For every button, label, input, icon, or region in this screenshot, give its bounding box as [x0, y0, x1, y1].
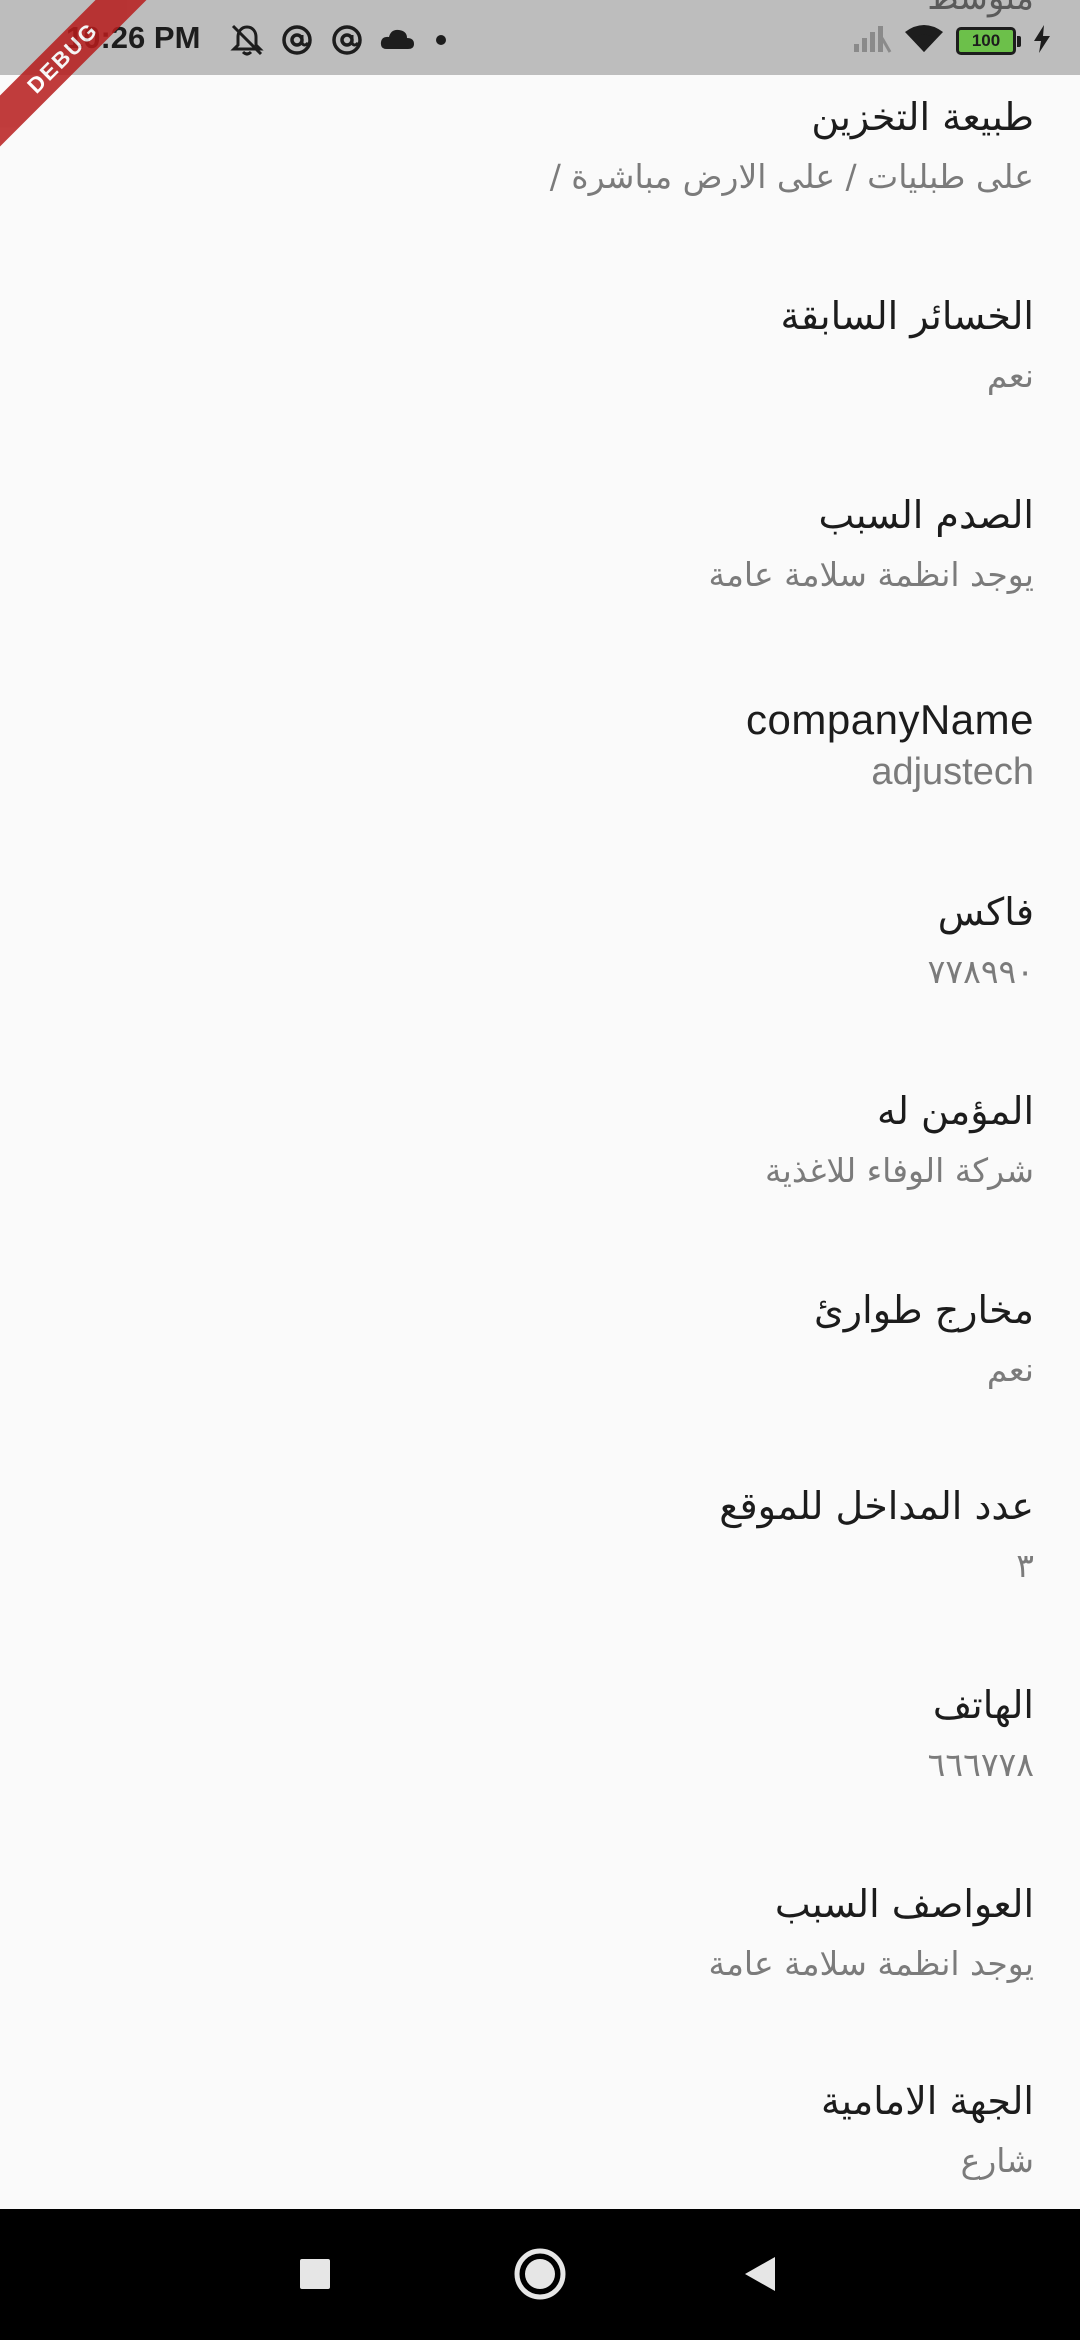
detail-label: الصدم السبب: [818, 493, 1034, 537]
status-icons-right: 100: [852, 24, 1052, 58]
detail-site-entrances: عدد المداخل للموقع ٣: [30, 1482, 1034, 1588]
wifi-icon: [904, 24, 944, 58]
detail-value: يوجد انظمة سلامة عامة: [708, 555, 1034, 594]
charging-icon: [1032, 24, 1052, 58]
detail-company-name: companyName adjustech: [30, 696, 1034, 794]
detail-phone: الهاتف ٦٦٦٧٧٨: [30, 1681, 1034, 1787]
detail-label: المؤمن له: [876, 1089, 1034, 1133]
signal-icon: [852, 24, 892, 58]
scrolled-off-value: متوسط: [927, 0, 1034, 18]
at-sign-icon: [278, 24, 316, 56]
detail-value: ٧٧٨٩٩٠: [927, 952, 1034, 991]
detail-label: طبيعة التخزين: [811, 95, 1034, 139]
detail-fax: فاكس ٧٧٨٩٩٠: [30, 888, 1034, 994]
details-list[interactable]: طبيعة التخزين على طبليات / على الارض مبا…: [0, 75, 1080, 2209]
detail-value: ٦٦٦٧٧٨: [927, 1745, 1034, 1784]
detail-value: يوجد انظمة سلامة عامة: [708, 1944, 1034, 1983]
detail-front-side: الجهة الامامية شارع: [30, 2077, 1034, 2183]
at-sign-icon: [328, 24, 366, 56]
detail-label: عدد المداخل للموقع: [719, 1484, 1034, 1528]
status-icons-left: [228, 24, 446, 56]
home-circle-icon[interactable]: [505, 2239, 575, 2309]
detail-label: companyName: [746, 696, 1034, 743]
detail-label: الهاتف: [932, 1683, 1034, 1727]
recents-square-icon[interactable]: [280, 2239, 350, 2309]
cloud-icon: [378, 24, 416, 56]
detail-value: شارع: [960, 2141, 1034, 2180]
detail-value: على طبليات / على الارض مباشرة /: [549, 157, 1034, 196]
detail-value: adjustech: [871, 751, 1034, 793]
detail-value: نعم: [986, 1350, 1034, 1389]
detail-value: شركة الوفاء للاغذية: [764, 1151, 1034, 1190]
back-triangle-icon[interactable]: [726, 2239, 796, 2309]
detail-label: الخسائر السابقة: [780, 294, 1034, 338]
notifications-off-icon: [228, 24, 266, 56]
detail-emergency-exits: مخارج طوارئ نعم: [30, 1286, 1034, 1392]
battery-icon: 100: [956, 27, 1021, 55]
detail-impact-cause: الصدم السبب يوجد انظمة سلامة عامة: [30, 491, 1034, 597]
detail-insured: المؤمن له شركة الوفاء للاغذية: [30, 1087, 1034, 1193]
detail-label: الجهة الامامية: [821, 2079, 1034, 2123]
detail-label: العواصف السبب: [774, 1882, 1034, 1926]
detail-storage-type: طبيعة التخزين على طبليات / على الارض مبا…: [30, 93, 1034, 199]
system-nav-bar: [0, 2209, 1080, 2340]
detail-storms-cause: العواصف السبب يوجد انظمة سلامة عامة: [30, 1880, 1034, 1986]
battery-level: 100: [971, 31, 1001, 50]
detail-value: ٣: [1016, 1546, 1034, 1585]
status-bar: متوسط 10:26 PM: [0, 0, 1080, 75]
dot-icon: [436, 35, 446, 45]
detail-value: نعم: [986, 356, 1034, 395]
detail-label: مخارج طوارئ: [814, 1288, 1034, 1332]
detail-label: فاكس: [937, 890, 1034, 934]
detail-previous-losses: الخسائر السابقة نعم: [30, 292, 1034, 398]
